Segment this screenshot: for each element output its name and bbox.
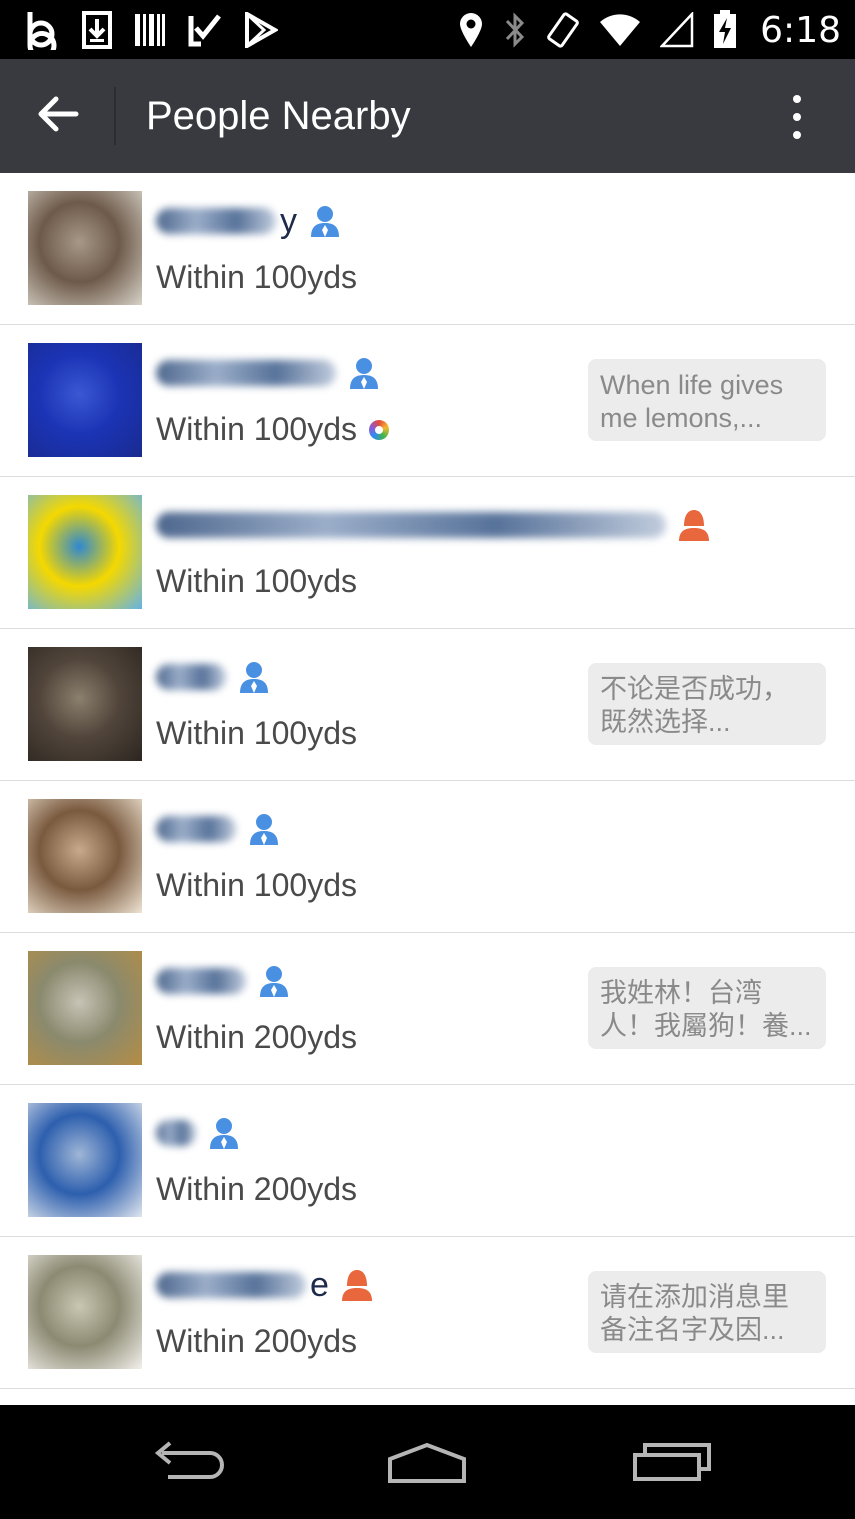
- location-icon: [458, 11, 484, 49]
- male-icon: [346, 355, 382, 391]
- female-icon: [676, 507, 712, 543]
- overflow-menu-button[interactable]: [779, 91, 815, 143]
- contact-name: e: [156, 1265, 375, 1305]
- male-icon: [246, 811, 282, 847]
- more-vert-icon-dot: [793, 113, 801, 121]
- redacted-name: [156, 360, 336, 386]
- distance-label: Within 100yds: [156, 411, 389, 448]
- more-vert-icon: [793, 95, 801, 103]
- status-bubble: 请在添加消息里备注名字及因...: [588, 1271, 826, 1353]
- distance-label: Within 200yds: [156, 1323, 357, 1360]
- avatar: [28, 343, 142, 457]
- contact-name: [156, 809, 282, 849]
- list-item[interactable]: Within 200yds 我姓林！台湾人！我屬狗！養...: [0, 933, 855, 1085]
- distance-text: Within 100yds: [156, 867, 357, 903]
- redacted-name: [156, 664, 226, 690]
- bing-icon: [26, 10, 60, 50]
- bluetooth-icon: [502, 11, 528, 49]
- avatar: [28, 799, 142, 913]
- download-icon: [82, 11, 112, 49]
- contact-name: [156, 353, 382, 393]
- nav-home-button[interactable]: [377, 1433, 477, 1493]
- wifi-icon: [598, 12, 642, 48]
- status-bubble: 我姓林！台湾人！我屬狗！養...: [588, 967, 826, 1049]
- distance-label: Within 100yds: [156, 715, 357, 752]
- signal-icon: [660, 12, 694, 48]
- redacted-name: [156, 1272, 306, 1298]
- status-bubble: 不论是否成功，既然选择...: [588, 663, 826, 745]
- list-item[interactable]: Within 100yds: [0, 781, 855, 933]
- action-bar-divider: [114, 87, 116, 145]
- list-item[interactable]: e Within 200yds 请在添加消息里备注名字及因...: [0, 1237, 855, 1389]
- avatar: [28, 191, 142, 305]
- distance-label: Within 200yds: [156, 1171, 357, 1208]
- contact-name: [156, 961, 292, 1001]
- list-item[interactable]: y Within 100yds: [0, 173, 855, 325]
- redacted-name: [156, 208, 276, 234]
- distance-text: Within 100yds: [156, 563, 357, 599]
- avatar: [28, 647, 142, 761]
- redacted-name: [156, 968, 246, 994]
- arrow-left-icon: [36, 94, 80, 139]
- battery-charging-icon: [712, 10, 738, 50]
- name-suffix: e: [310, 1265, 329, 1304]
- distance-text: Within 200yds: [156, 1171, 357, 1207]
- redacted-name: [156, 1120, 196, 1146]
- contact-name: [156, 505, 712, 545]
- contact-name: y: [156, 201, 343, 241]
- distance-label: Within 200yds: [156, 1019, 357, 1056]
- male-icon: [307, 203, 343, 239]
- distance-text: Within 100yds: [156, 411, 357, 447]
- distance-text: Within 100yds: [156, 715, 357, 751]
- distance-label: Within 100yds: [156, 867, 357, 904]
- redacted-name: [156, 512, 666, 538]
- system-icons: 6:18: [458, 8, 841, 52]
- rotation-icon: [546, 11, 580, 49]
- page-title: People Nearby: [146, 94, 411, 138]
- barcode-icon: [134, 12, 166, 48]
- action-bar: People Nearby: [0, 59, 855, 173]
- female-icon: [339, 1267, 375, 1303]
- list-item[interactable]: Within 200yds: [0, 1085, 855, 1237]
- people-list: y Within 100yds Within 100yds When life giv…: [0, 173, 855, 1389]
- contact-name: [156, 1113, 242, 1153]
- status-bar: 6:18: [0, 0, 855, 59]
- checkmark-app-icon: [188, 12, 222, 48]
- play-store-icon: [244, 12, 278, 48]
- list-item[interactable]: Within 100yds: [0, 477, 855, 629]
- distance-text: Within 200yds: [156, 1019, 357, 1055]
- notification-icons: [26, 8, 278, 52]
- distance-text: Within 200yds: [156, 1323, 357, 1359]
- moments-icon: [368, 419, 389, 440]
- list-item[interactable]: Within 100yds When life gives me lemons,.…: [0, 325, 855, 477]
- distance-label: Within 100yds: [156, 563, 357, 600]
- home-nav-icon: [382, 1437, 472, 1490]
- avatar: [28, 1255, 142, 1369]
- status-bubble: When life gives me lemons,...: [588, 359, 826, 441]
- avatar: [28, 495, 142, 609]
- distance-label: Within 100yds: [156, 259, 357, 296]
- nav-recents-button[interactable]: [617, 1433, 717, 1493]
- recents-nav-icon: [623, 1437, 711, 1490]
- back-nav-icon: [148, 1439, 232, 1488]
- navigation-bar: [0, 1405, 855, 1519]
- male-icon: [236, 659, 272, 695]
- male-icon: [206, 1115, 242, 1151]
- male-icon: [256, 963, 292, 999]
- nav-back-button[interactable]: [140, 1433, 240, 1493]
- list-item[interactable]: Within 100yds 不论是否成功，既然选择...: [0, 629, 855, 781]
- avatar: [28, 1103, 142, 1217]
- distance-text: Within 100yds: [156, 259, 357, 295]
- name-suffix: y: [280, 201, 297, 240]
- redacted-name: [156, 816, 236, 842]
- more-vert-icon-dot: [793, 131, 801, 139]
- clock: 6:18: [760, 9, 841, 51]
- avatar: [28, 951, 142, 1065]
- back-button[interactable]: [28, 89, 88, 143]
- contact-name: [156, 657, 272, 697]
